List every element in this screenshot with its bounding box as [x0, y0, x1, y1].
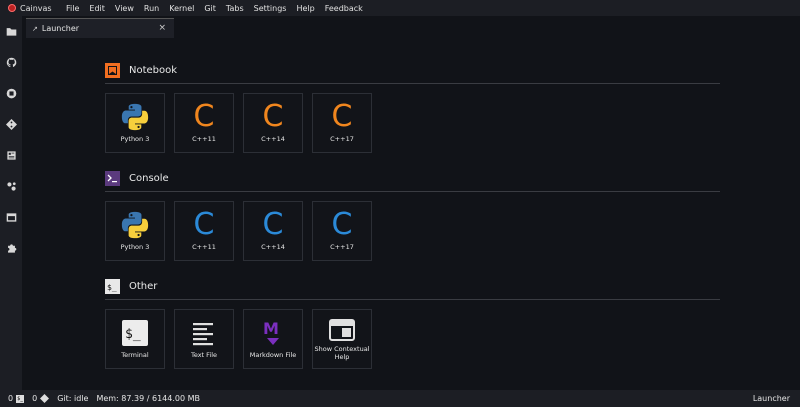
console-cpp11-card[interactable]: C C++11: [174, 201, 234, 261]
c-icon: C: [193, 207, 215, 242]
puzzle-icon[interactable]: [0, 233, 22, 264]
section-divider: [105, 83, 720, 84]
c-icon: C: [331, 99, 353, 134]
card-label: Show Contextual Help: [314, 345, 370, 361]
svg-text:$_: $_: [107, 283, 117, 292]
menu-kernel[interactable]: Kernel: [169, 4, 194, 13]
svg-text:M: M: [263, 319, 279, 338]
text-file-icon: [191, 316, 217, 350]
contextual-help-card[interactable]: Show Contextual Help: [312, 309, 372, 369]
markdown-icon: M: [260, 316, 286, 350]
notebook-cpp14-card[interactable]: C C++14: [243, 93, 303, 153]
status-bar: 0 $_ 0 Git: idle Mem: 87.39 / 6144.00 MB…: [0, 390, 800, 407]
card-label: Text File: [190, 351, 218, 359]
console-section-header: Console: [105, 171, 169, 186]
git-small-icon: [40, 394, 50, 403]
property-inspector-icon[interactable]: [0, 140, 22, 171]
menu-file[interactable]: File: [66, 4, 79, 13]
c-icon: C: [262, 207, 284, 242]
card-label: C++14: [261, 243, 285, 251]
left-sidebar: [0, 16, 22, 390]
tab-launcher[interactable]: ↗ Launcher ×: [26, 18, 174, 38]
close-icon[interactable]: ×: [158, 23, 166, 33]
app-title: Cainvas: [20, 3, 52, 13]
menu-run[interactable]: Run: [144, 4, 159, 13]
section-divider: [105, 191, 720, 192]
tab-label: Launcher: [41, 24, 80, 33]
card-label: C++14: [261, 135, 285, 143]
git-icon[interactable]: [0, 109, 22, 140]
python-icon: [120, 208, 150, 242]
card-label: C++11: [192, 135, 216, 143]
notebook-icon: [105, 63, 120, 78]
notebook-cpp11-card[interactable]: C C++11: [174, 93, 234, 153]
contextual-help-icon: [329, 316, 355, 344]
kernel-count[interactable]: 0 $_: [8, 394, 25, 403]
tab-bar: ↗ Launcher ×: [22, 16, 800, 38]
notebook-python3-card[interactable]: Python 3: [105, 93, 165, 153]
terminal-count[interactable]: 0: [32, 394, 50, 403]
console-icon: [105, 171, 120, 186]
notebook-section-title: Notebook: [129, 65, 178, 76]
memory-usage: Mem: 87.39 / 6144.00 MB: [96, 394, 200, 403]
menu-edit[interactable]: Edit: [89, 4, 105, 13]
menu-git[interactable]: Git: [204, 4, 216, 13]
card-label: Python 3: [120, 243, 150, 251]
menu-view[interactable]: View: [115, 4, 134, 13]
terminal-icon: $_: [122, 316, 148, 350]
section-divider: [105, 299, 720, 300]
other-section-title: Other: [129, 281, 158, 292]
python-icon: [120, 100, 150, 134]
tabs-icon[interactable]: [0, 202, 22, 233]
console-section-title: Console: [129, 173, 169, 184]
console-cpp14-card[interactable]: C C++14: [243, 201, 303, 261]
terminal-card[interactable]: $_ Terminal: [105, 309, 165, 369]
menu-bar: Cainvas File Edit View Run Kernel Git Ta…: [0, 0, 800, 16]
menu-tabs[interactable]: Tabs: [226, 4, 244, 13]
text-file-card[interactable]: Text File: [174, 309, 234, 369]
card-label: C++11: [192, 243, 216, 251]
other-section-header: $_ Other: [105, 279, 157, 294]
git-status: Git: idle: [57, 394, 89, 403]
extension-manager-icon[interactable]: [0, 171, 22, 202]
notebook-cpp17-card[interactable]: C C++17: [312, 93, 372, 153]
other-terminal-icon: $_: [105, 279, 120, 294]
github-icon[interactable]: [0, 47, 22, 78]
console-cpp17-card[interactable]: C C++17: [312, 201, 372, 261]
markdown-file-card[interactable]: M Markdown File: [243, 309, 303, 369]
c-icon: C: [331, 207, 353, 242]
menu-feedback[interactable]: Feedback: [325, 4, 363, 13]
terminal-small-icon: $_: [16, 394, 25, 403]
c-icon: C: [193, 99, 215, 134]
brand: Cainvas: [0, 4, 66, 13]
running-icon[interactable]: [0, 78, 22, 109]
menu-help[interactable]: Help: [296, 4, 314, 13]
active-document-label: Launcher: [752, 394, 790, 403]
console-python3-card[interactable]: Python 3: [105, 201, 165, 261]
c-icon: C: [262, 99, 284, 134]
card-label: C++17: [330, 243, 354, 251]
card-label: C++17: [330, 135, 354, 143]
card-label: Markdown File: [249, 351, 297, 359]
cainvas-logo-icon: [8, 4, 16, 12]
card-label: Terminal: [121, 351, 149, 359]
menu-settings[interactable]: Settings: [254, 4, 287, 13]
folder-icon[interactable]: [0, 16, 22, 47]
launcher-icon: ↗: [32, 24, 38, 33]
svg-text:$_: $_: [125, 327, 141, 342]
launcher-panel: Notebook Python 3 C C++11 C C++14 C C++1…: [22, 38, 800, 390]
notebook-section-header: Notebook: [105, 63, 177, 78]
card-label: Python 3: [120, 135, 150, 143]
